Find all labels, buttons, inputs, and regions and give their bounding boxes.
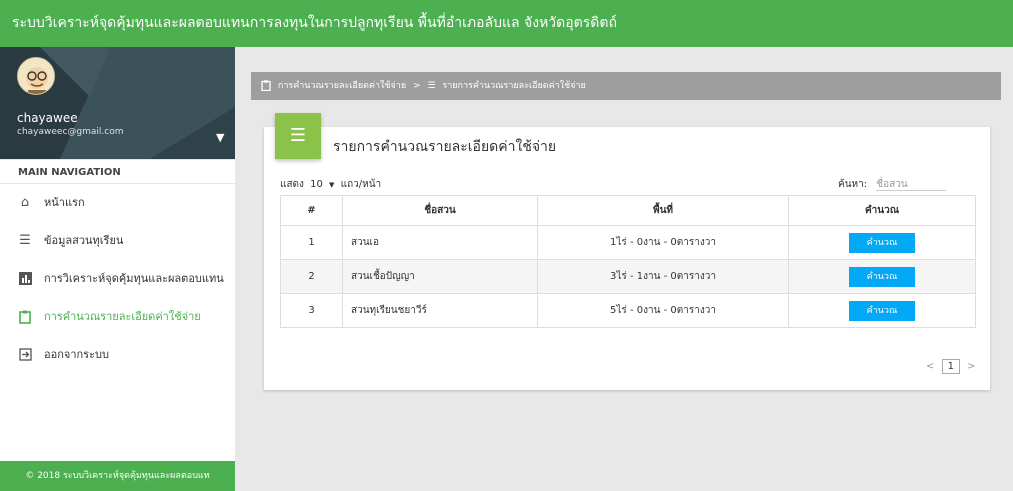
sidebar-item-label: การคำนวณรายละเอียดค่าใช้จ่าย — [44, 310, 201, 323]
page-length-suffix: แถว/หน้า — [340, 179, 382, 190]
calculate-button[interactable]: คำนวณ — [849, 266, 915, 287]
row-number: 1 — [280, 225, 343, 260]
garden-name: สวนทุเรียนชยาวีร์ — [342, 293, 538, 328]
cost-table: # ชื่อสวน พื้นที่ คำนวณ 1 สวนเอ 1ไร่ - 0… — [280, 195, 976, 328]
table-header-row: # ชื่อสวน พื้นที่ คำนวณ — [280, 195, 976, 226]
column-header[interactable]: ชื่อสวน — [342, 195, 538, 226]
user-email: chayaweec@gmail.com — [17, 127, 124, 137]
garden-area: 3ไร่ - 1งาน - 0ตารางวา — [537, 259, 789, 294]
garden-area: 5ไร่ - 0งาน - 0ตารางวา — [537, 293, 789, 328]
search-control: ค้นหา: ชื่อสวน — [838, 177, 946, 192]
sidebar-item-durian-gardens[interactable]: ☰ ข้อมูลสวนทุเรียน — [0, 222, 235, 260]
search-label: ค้นหา: — [838, 179, 868, 190]
garden-area: 1ไร่ - 0งาน - 0ตารางวา — [537, 225, 789, 260]
user-name: chayawee — [17, 111, 78, 125]
calculate-button[interactable]: คำนวณ — [849, 232, 915, 253]
avatar[interactable] — [17, 57, 55, 95]
sidebar-item-breakeven-analysis[interactable]: การวิเคราะห์จุดคุ้มทุนและผลตอบแทน — [0, 260, 235, 298]
action-cell: คำนวณ — [788, 293, 976, 328]
garden-name: สวนเชื้อปัญญา — [342, 259, 538, 294]
chevron-down-icon[interactable]: ▼ — [329, 181, 334, 189]
table-row: 1 สวนเอ 1ไร่ - 0งาน - 0ตารางวา คำนวณ — [280, 225, 976, 260]
page-length-control[interactable]: แสดง 10 ▼ แถว/หน้า — [280, 177, 381, 192]
sidebar-item-label: ข้อมูลสวนทุเรียน — [44, 234, 124, 247]
bar-chart-icon — [18, 260, 32, 298]
list-icon: ☰ — [427, 81, 436, 91]
garden-name: สวนเอ — [342, 225, 538, 260]
app-title: ระบบวิเคราะห์จุดคุ้มทุนและผลตอบแทนการลงท… — [12, 15, 617, 31]
cost-list-card: ☰ รายการคำนวณรายละเอียดค่าใช้จ่าย แสดง 1… — [264, 113, 990, 390]
row-number: 2 — [280, 259, 343, 294]
breadcrumb-item-cost-calculation[interactable]: การคำนวณรายละเอียดค่าใช้จ่าย — [278, 81, 406, 91]
sidebar-item-home[interactable]: ⌂ หน้าแรก — [0, 184, 235, 222]
calculate-button[interactable]: คำนวณ — [849, 300, 915, 321]
action-cell: คำนวณ — [788, 225, 976, 260]
row-number: 3 — [280, 293, 343, 328]
home-icon: ⌂ — [20, 195, 30, 210]
pagination-prev[interactable]: < — [926, 361, 934, 372]
nav-heading: MAIN NAVIGATION — [0, 159, 235, 184]
column-header[interactable]: พื้นที่ — [537, 195, 789, 226]
clipboard-icon — [261, 80, 274, 92]
pagination: < 1 > — [926, 359, 976, 374]
sidebar-item-cost-calculation[interactable]: การคำนวณรายละเอียดค่าใช้จ่าย — [0, 298, 235, 336]
pagination-current-page[interactable]: 1 — [941, 359, 960, 374]
page-length-select[interactable]: 10 — [310, 179, 323, 190]
sidebar-footer: © 2018 ระบบวิเคราะห์จุดคุ้มทุนและผลตอบแท — [0, 461, 235, 491]
chevron-down-icon[interactable]: ▼ — [216, 131, 224, 144]
sidebar: chayawee chayaweec@gmail.com ▼ MAIN NAVI… — [0, 47, 235, 491]
page-length-prefix: แสดง — [280, 179, 304, 190]
clipboard-icon — [18, 298, 32, 336]
sidebar-item-label: ออกจากระบบ — [44, 348, 109, 361]
table-row: 2 สวนเชื้อปัญญา 3ไร่ - 1งาน - 0ตารางวา ค… — [280, 259, 976, 294]
app-title-bar: ระบบวิเคราะห์จุดคุ้มทุนและผลตอบแทนการลงท… — [0, 0, 1013, 47]
action-cell: คำนวณ — [788, 259, 976, 294]
table-row: 3 สวนทุเรียนชยาวีร์ 5ไร่ - 0งาน - 0ตาราง… — [280, 293, 976, 328]
search-input[interactable]: ชื่อสวน — [876, 179, 946, 191]
list-icon: ☰ — [19, 233, 31, 248]
logout-icon — [18, 336, 32, 374]
card-title: รายการคำนวณรายละเอียดค่าใช้จ่าย — [333, 139, 557, 155]
breadcrumb-item-cost-list: รายการคำนวณรายละเอียดค่าใช้จ่าย — [442, 81, 586, 91]
list-icon: ☰ — [275, 113, 321, 159]
sidebar-item-label: การวิเคราะห์จุดคุ้มทุนและผลตอบแทน — [44, 272, 224, 285]
pagination-next[interactable]: > — [967, 361, 975, 372]
column-header[interactable]: # — [280, 195, 343, 226]
column-header[interactable]: คำนวณ — [788, 195, 976, 226]
sidebar-item-logout[interactable]: ออกจากระบบ — [0, 336, 235, 374]
breadcrumb: การคำนวณรายละเอียดค่าใช้จ่าย > ☰ รายการค… — [251, 72, 1001, 100]
sidebar-item-label: หน้าแรก — [44, 196, 85, 209]
user-profile: chayawee chayaweec@gmail.com ▼ — [0, 47, 235, 159]
breadcrumb-separator: > — [413, 81, 421, 91]
